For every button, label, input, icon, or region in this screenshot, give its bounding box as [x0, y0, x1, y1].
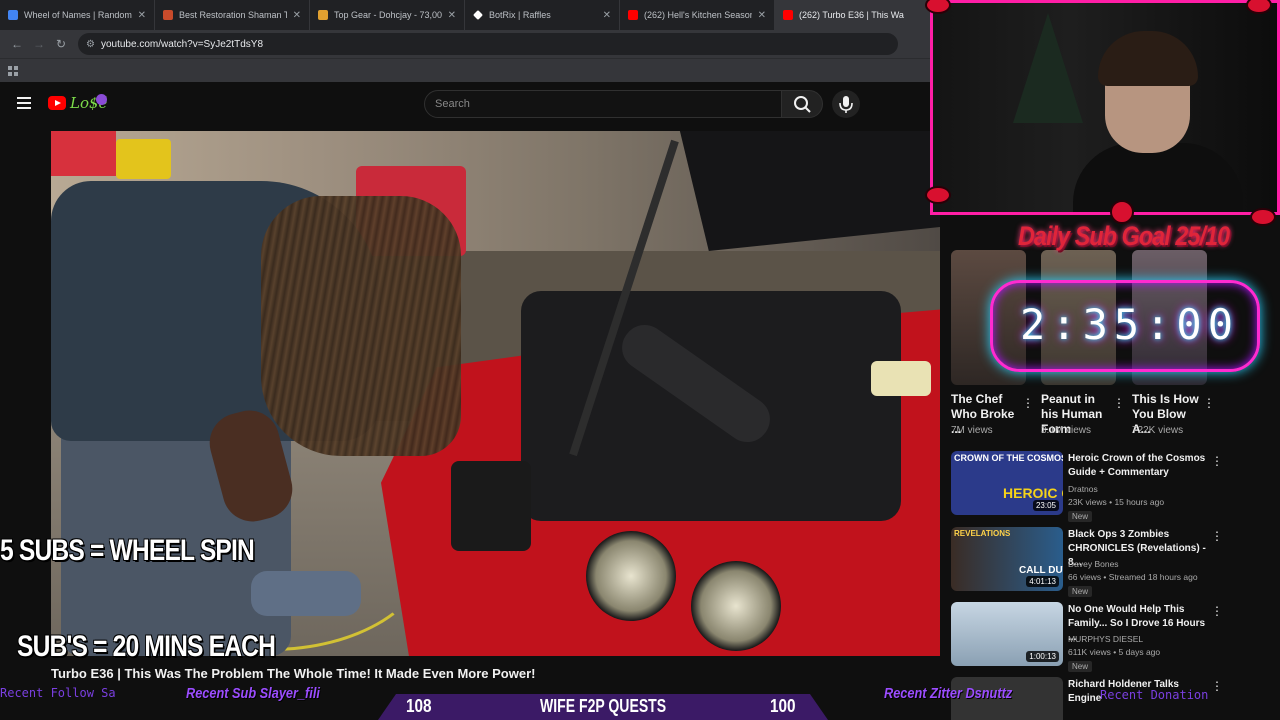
- youtube-favicon-icon: [628, 10, 638, 20]
- tab-title: (262) Turbo E36 | This Wa: [799, 10, 904, 20]
- short-views: 722K views: [1132, 425, 1184, 436]
- thumbnail-text: HEROIC GUI: [1003, 485, 1063, 501]
- video-duration: 1:00:13: [1026, 651, 1059, 662]
- channel-name[interactable]: Davey Bones: [1068, 559, 1119, 569]
- overlay-wheel-spin: 5 SUBS = WHEEL SPIN: [0, 534, 255, 567]
- new-badge: New: [1068, 511, 1093, 522]
- reload-icon[interactable]: ↻: [50, 37, 72, 51]
- quest-label: WIFE F2P QUESTS: [540, 696, 667, 716]
- recent-zitter-text: Recent Zitter Dsnuttz: [884, 685, 1013, 702]
- more-options-icon[interactable]: ⋮: [1211, 604, 1223, 618]
- crest-icon: [1110, 200, 1134, 224]
- video-scene-person: [261, 196, 461, 456]
- overlay-subs-each: SUB'S = 20 MINS EACH: [17, 630, 276, 663]
- more-options-icon[interactable]: ⋮: [1203, 396, 1215, 410]
- quest-count-right: 100: [770, 696, 796, 716]
- recent-follow-text: Recent Follow Sa: [0, 686, 116, 700]
- video-scene-object: [116, 139, 171, 179]
- tab-favicon-icon: [473, 10, 483, 20]
- url-text: youtube.com/watch?v=SyJe2tTdsY8: [100, 38, 263, 50]
- browser-tab-active[interactable]: (262) Turbo E36 | This Wa: [775, 0, 930, 30]
- video-thumbnail[interactable]: CROWN OF THE COSMOS HEROIC GUI 23:05: [951, 451, 1063, 515]
- video-duration: 23:05: [1032, 500, 1059, 511]
- channel-name[interactable]: Dratnos: [1068, 484, 1098, 494]
- tab-title: Top Gear - Dohcjay - 73,000 DP: [334, 10, 442, 20]
- search-placeholder: Search: [435, 98, 470, 110]
- browser-tab[interactable]: (262) Hell's Kitchen Season 19 ✕: [620, 0, 775, 30]
- more-options-icon[interactable]: ⋮: [1022, 396, 1034, 410]
- video-title: Turbo E36 | This Was The Problem The Who…: [51, 666, 536, 681]
- tab-title: BotRix | Raffles: [489, 10, 551, 20]
- voice-search-button[interactable]: [832, 90, 860, 118]
- close-icon[interactable]: ✕: [293, 10, 301, 21]
- recent-sub-text: Recent Sub Slayer_fili: [186, 685, 320, 702]
- video-scene-headlight: [691, 561, 781, 651]
- menu-icon[interactable]: [17, 97, 31, 112]
- video-title-link[interactable]: Heroic Crown of the Cosmos Guide + Comme…: [1068, 452, 1208, 480]
- short-views: 7M views: [951, 425, 993, 436]
- browser-tab[interactable]: BotRix | Raffles ✕: [465, 0, 620, 30]
- video-thumbnail[interactable]: REVELATIONS CALL DUTY 4:01:13: [951, 527, 1063, 591]
- close-icon[interactable]: ✕: [603, 10, 611, 21]
- video-scene-shoe: [251, 571, 361, 616]
- video-thumbnail[interactable]: 1:00:13: [951, 602, 1063, 666]
- tab-favicon-icon: [8, 10, 18, 20]
- back-icon[interactable]: ←: [6, 37, 28, 51]
- video-scene-object: [51, 131, 116, 176]
- search-input[interactable]: Search: [424, 90, 782, 118]
- logo-dot-icon: [96, 94, 107, 105]
- webcam-person: [1073, 143, 1243, 212]
- youtube-header: Lo$ë Search: [0, 82, 930, 126]
- tab-title: Best Restoration Shaman Talen: [179, 10, 287, 20]
- browser-tab[interactable]: Best Restoration Shaman Talen ✕: [155, 0, 310, 30]
- close-icon[interactable]: ✕: [448, 10, 456, 21]
- video-duration: 4:01:13: [1026, 576, 1059, 587]
- quest-count-left: 108: [406, 696, 432, 716]
- video-meta: 66 views • Streamed 18 hours ago: [1068, 572, 1198, 582]
- thumbnail-text: CROWN OF THE COSMOS: [954, 453, 1063, 463]
- forward-icon[interactable]: →: [28, 37, 50, 51]
- close-icon[interactable]: ✕: [758, 10, 766, 21]
- tab-title: (262) Hell's Kitchen Season 19: [644, 10, 752, 20]
- search-icon: [794, 96, 811, 113]
- video-meta: 23K views • 15 hours ago: [1068, 497, 1165, 507]
- more-options-icon[interactable]: ⋮: [1113, 396, 1125, 410]
- new-badge: New: [1068, 586, 1093, 597]
- new-badge: New: [1068, 661, 1093, 672]
- search-button[interactable]: [781, 90, 823, 118]
- video-meta: 611K views • 5 days ago: [1068, 647, 1161, 657]
- url-field[interactable]: ⚙ youtube.com/watch?v=SyJe2tTdsY8: [78, 33, 898, 55]
- close-icon[interactable]: ✕: [138, 10, 146, 21]
- browser-tab[interactable]: Top Gear - Dohcjay - 73,000 DP ✕: [310, 0, 465, 30]
- cloud-decoration-icon: [1250, 208, 1276, 226]
- more-options-icon[interactable]: ⋮: [1211, 454, 1223, 468]
- video-scene-reservoir: [871, 361, 931, 396]
- cloud-decoration-icon: [925, 186, 951, 204]
- bookmarks-bar: [0, 58, 930, 82]
- microphone-icon: [839, 96, 853, 113]
- video-scene-grille: [451, 461, 531, 551]
- stream-timer: 2:35:00: [1020, 300, 1240, 349]
- stream-ticker: Recent Follow Sa Recent Sub Slayer_fili …: [0, 682, 1280, 720]
- more-options-icon[interactable]: ⋮: [1211, 529, 1223, 543]
- thumbnail-text: REVELATIONS: [954, 529, 1011, 538]
- short-views: 3.1M views: [1041, 425, 1092, 436]
- tab-favicon-icon: [163, 10, 173, 20]
- youtube-favicon-icon: [783, 10, 793, 20]
- apps-grid-icon[interactable]: [8, 65, 18, 76]
- recent-donation-text: Recent Donation: [1100, 688, 1209, 702]
- tab-bar: Wheel of Names | Random nam ✕ Best Resto…: [0, 0, 930, 30]
- webcam-overlay: [930, 0, 1280, 215]
- thumbnail-text: CALL DUTY: [1019, 565, 1063, 576]
- channel-name[interactable]: MURPHYS DIESEL: [1068, 634, 1143, 644]
- address-bar: ← → ↻ ⚙ youtube.com/watch?v=SyJe2tTdsY8: [0, 30, 930, 58]
- video-player[interactable]: [51, 131, 940, 656]
- browser-tab[interactable]: Wheel of Names | Random nam ✕: [0, 0, 155, 30]
- site-info-icon[interactable]: ⚙: [86, 39, 95, 50]
- tab-favicon-icon: [318, 10, 328, 20]
- youtube-logo-icon[interactable]: [48, 96, 66, 110]
- tab-title: Wheel of Names | Random nam: [24, 10, 132, 20]
- video-scene-headlight: [586, 531, 676, 621]
- daily-sub-goal: Daily Sub Goal 25/10: [1018, 221, 1230, 251]
